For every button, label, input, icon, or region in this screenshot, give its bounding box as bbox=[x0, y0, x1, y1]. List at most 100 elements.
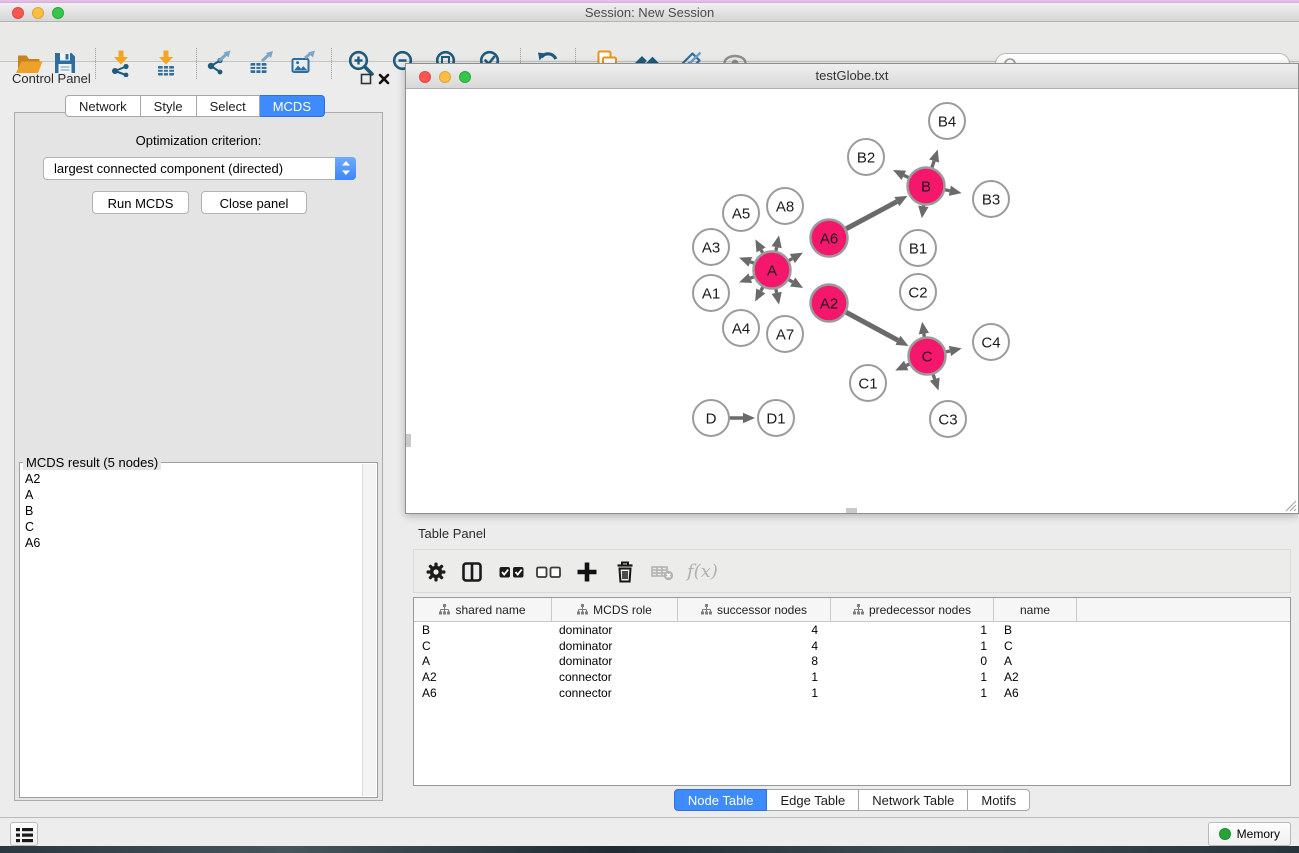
table-row[interactable]: Bdominator41B bbox=[414, 622, 1290, 638]
graph-node-B1[interactable]: B1 bbox=[900, 230, 936, 266]
fit-columns-button[interactable] bbox=[458, 558, 486, 586]
network-window-title: testGlobe.txt bbox=[406, 68, 1298, 83]
tab-motifs[interactable]: Motifs bbox=[968, 789, 1030, 811]
column-header-predecessor-nodes[interactable]: predecessor nodes bbox=[831, 598, 994, 621]
graph-node-A3[interactable]: A3 bbox=[693, 229, 729, 265]
table-cell: B bbox=[414, 623, 552, 637]
tab-select[interactable]: Select bbox=[197, 95, 260, 117]
graph-node-D[interactable]: D bbox=[693, 400, 729, 436]
mcds-result-item[interactable]: A6 bbox=[25, 535, 363, 551]
mcds-result-item[interactable]: B bbox=[25, 503, 363, 519]
tab-mcds[interactable]: MCDS bbox=[260, 95, 325, 117]
graph-node-A7[interactable]: A7 bbox=[767, 316, 803, 352]
graph-edge-arrowhead bbox=[918, 206, 928, 219]
graph-node-label: C4 bbox=[981, 334, 1000, 351]
mcds-result-item[interactable]: A bbox=[25, 487, 363, 503]
graph-node-D1[interactable]: D1 bbox=[758, 400, 794, 436]
graph-node-A6[interactable]: A6 bbox=[811, 220, 848, 257]
graph-node-label: A3 bbox=[702, 239, 720, 256]
column-settings-button[interactable] bbox=[422, 558, 450, 586]
checked-boxes-icon bbox=[497, 558, 527, 586]
graph-node-C2[interactable]: C2 bbox=[900, 274, 936, 310]
graph-node-A1[interactable]: A1 bbox=[693, 275, 729, 311]
graph-node-label: D1 bbox=[766, 410, 785, 427]
column-header-successor-nodes[interactable]: successor nodes bbox=[678, 598, 831, 621]
table-header-row: shared name MCDS role successor nodes pr… bbox=[414, 598, 1290, 622]
memory-status-dot bbox=[1219, 828, 1231, 840]
close-panel-action-button[interactable]: Close panel bbox=[201, 191, 307, 214]
canvas-hscroll-nub[interactable] bbox=[846, 508, 857, 513]
network-view-window: testGlobe.txt A A1 A2 A3 A4 A5 A6 A7 A8 B B1 B2 B3 B4… bbox=[405, 63, 1299, 514]
graph-node-label: A1 bbox=[702, 285, 720, 302]
control-panel-tabs: Network Style Select MCDS bbox=[0, 95, 390, 117]
table-row[interactable]: Adominator80A bbox=[414, 654, 1290, 670]
list-icon bbox=[11, 822, 37, 848]
graph-node-label: C bbox=[922, 348, 933, 365]
criterion-select[interactable]: largest connected component (directed) bbox=[43, 157, 356, 180]
column-header-shared-name[interactable]: shared name bbox=[414, 598, 552, 621]
float-panel-button[interactable] bbox=[360, 73, 372, 85]
function-builder-button[interactable]: f(x) bbox=[687, 558, 723, 586]
graph-node-B2[interactable]: B2 bbox=[848, 139, 884, 175]
graph-node-A5[interactable]: A5 bbox=[723, 195, 759, 231]
column-label: shared name bbox=[455, 603, 525, 617]
column-header-name[interactable]: name bbox=[994, 598, 1077, 621]
table-row[interactable]: A2connector11A2 bbox=[414, 669, 1290, 685]
graph-node-C1[interactable]: C1 bbox=[850, 365, 886, 401]
column-label: successor nodes bbox=[717, 603, 807, 617]
graph-node-B3[interactable]: B3 bbox=[973, 181, 1009, 217]
graph-edge-arrowhead bbox=[739, 257, 752, 267]
delete-table-button[interactable] bbox=[648, 558, 676, 586]
mcds-result-item[interactable]: A2 bbox=[25, 471, 363, 487]
graph-node-C3[interactable]: C3 bbox=[930, 401, 966, 437]
select-all-button[interactable] bbox=[497, 558, 527, 586]
column-label: predecessor nodes bbox=[869, 603, 971, 617]
graph-node-B[interactable]: B bbox=[908, 168, 945, 205]
canvas-vscroll-nub[interactable] bbox=[406, 434, 411, 447]
mcds-result-list[interactable]: A2ABCA6 bbox=[21, 471, 363, 796]
memory-button[interactable]: Memory bbox=[1208, 822, 1291, 846]
graph-node-label: A5 bbox=[732, 205, 750, 222]
table-cell: 8 bbox=[678, 654, 831, 668]
table-cell: dominator bbox=[552, 654, 678, 668]
unchecked-boxes-icon bbox=[534, 558, 564, 586]
tab-node-table[interactable]: Node Table bbox=[674, 789, 768, 811]
application-window: Session: New Session bbox=[0, 0, 1299, 853]
resize-grip-icon[interactable] bbox=[1283, 498, 1297, 512]
graph-node-A2[interactable]: A2 bbox=[811, 285, 848, 322]
graph-node-A4[interactable]: A4 bbox=[723, 310, 759, 346]
add-column-button[interactable] bbox=[573, 558, 601, 586]
tab-edge-table[interactable]: Edge Table bbox=[767, 789, 859, 811]
graph-node-A[interactable]: A bbox=[754, 252, 791, 289]
graph-node-label: C3 bbox=[938, 411, 957, 428]
tab-network[interactable]: Network bbox=[65, 95, 141, 117]
network-window-titlebar[interactable]: testGlobe.txt bbox=[406, 64, 1298, 89]
table-cell: A2 bbox=[414, 670, 552, 684]
graph-node-C[interactable]: C bbox=[909, 338, 946, 375]
mcds-result-scrollbar[interactable] bbox=[362, 464, 376, 796]
table-cell: A2 bbox=[994, 670, 1077, 684]
table-row[interactable]: A6connector11A6 bbox=[414, 685, 1290, 701]
graph-node-C4[interactable]: C4 bbox=[973, 324, 1009, 360]
table-body: Bdominator41BCdominator41CAdominator80AA… bbox=[414, 622, 1290, 701]
graph-edge-arrowhead bbox=[772, 235, 782, 248]
table-cell: 1 bbox=[678, 670, 831, 684]
table-row[interactable]: Cdominator41C bbox=[414, 638, 1290, 654]
graph-node-A8[interactable]: A8 bbox=[767, 188, 803, 224]
delete-columns-button[interactable] bbox=[611, 558, 639, 586]
tab-network-table[interactable]: Network Table bbox=[859, 789, 968, 811]
sort-tree-icon bbox=[439, 604, 450, 615]
close-panel-button[interactable] bbox=[378, 73, 390, 85]
graph-node-B4[interactable]: B4 bbox=[929, 103, 965, 139]
task-history-button[interactable] bbox=[10, 822, 38, 846]
table-cell: 1 bbox=[831, 670, 994, 684]
graph-node-label: B1 bbox=[909, 240, 927, 257]
tab-style[interactable]: Style bbox=[141, 95, 197, 117]
deselect-all-button[interactable] bbox=[534, 558, 564, 586]
run-mcds-button[interactable]: Run MCDS bbox=[92, 191, 189, 214]
fx-icon: f(x) bbox=[687, 561, 718, 582]
network-canvas[interactable]: A A1 A2 A3 A4 A5 A6 A7 A8 B B1 B2 B3 B4 C C1 C2 C3 C4 D D1 bbox=[406, 89, 1298, 513]
mcds-result-title: MCDS result (5 nodes) bbox=[23, 455, 161, 470]
mcds-result-item[interactable]: C bbox=[25, 519, 363, 535]
column-header-mcds-role[interactable]: MCDS role bbox=[552, 598, 678, 621]
